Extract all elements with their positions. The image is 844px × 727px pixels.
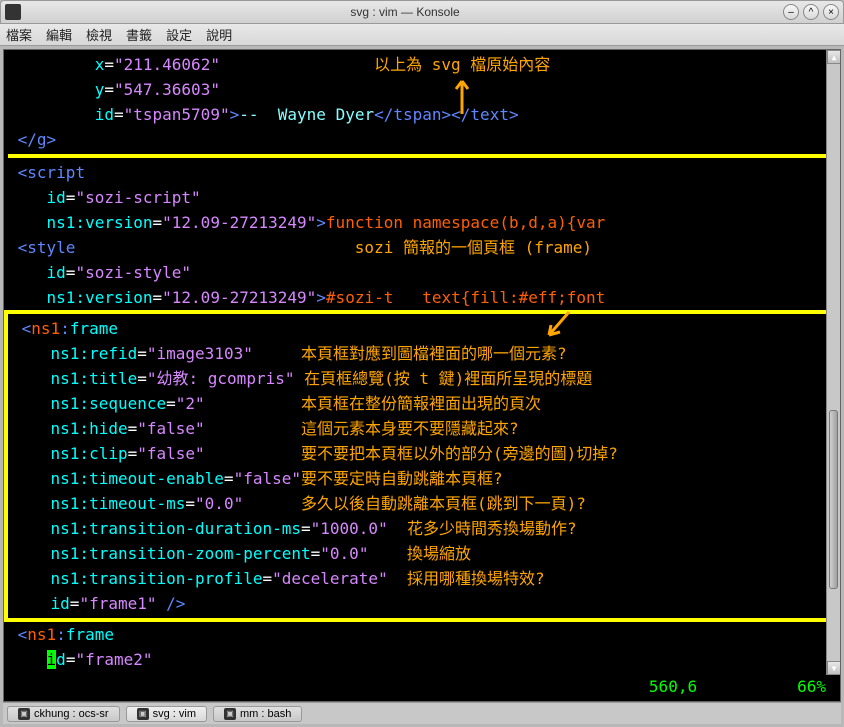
vim-cursor: i xyxy=(47,650,57,669)
terminal-area[interactable]: x="211.46062" 以上為 svg 檔原始內容 y="547.36603… xyxy=(3,49,841,702)
code-content: x="211.46062" 以上為 svg 檔原始內容 y="547.36603… xyxy=(8,52,836,152)
tab-label: mm : bash xyxy=(240,708,291,720)
window-title: svg : vim — Konsole xyxy=(27,5,783,19)
menu-bookmarks[interactable]: 書籤 xyxy=(126,25,152,44)
tab-3[interactable]: ▣ mm : bash xyxy=(213,706,302,722)
frame-highlight-box: <ns1:frame ns1:refid="image3103" 本頁框對應到圖… xyxy=(4,310,840,622)
menu-settings[interactable]: 設定 xyxy=(166,25,192,44)
menu-view[interactable]: 檢視 xyxy=(86,25,112,44)
menubar: 檔案 編輯 檢視 書籤 設定 說明 xyxy=(0,24,844,46)
close-button[interactable]: × xyxy=(823,4,839,20)
tab-label: ckhung : ocs-sr xyxy=(34,708,109,720)
vertical-scrollbar[interactable]: ▲ ▼ xyxy=(826,50,840,675)
terminal-icon: ▣ xyxy=(137,708,149,720)
menu-file[interactable]: 檔案 xyxy=(6,25,32,44)
separator-line xyxy=(8,154,836,158)
scroll-up-button[interactable]: ▲ xyxy=(827,50,841,64)
scroll-percent: 66% xyxy=(797,674,826,699)
maximize-button[interactable]: ^ xyxy=(803,4,819,20)
tab-1[interactable]: ▣ ckhung : ocs-sr xyxy=(7,706,120,722)
konsole-tabbar: ▣ ckhung : ocs-sr ▣ svg : vim ▣ mm : bas… xyxy=(3,702,841,724)
cursor-position: 560,6 xyxy=(649,674,697,699)
minimize-button[interactable]: – xyxy=(783,4,799,20)
code-frame: <ns1:frame ns1:refid="image3103" 本頁框對應到圖… xyxy=(12,316,832,616)
app-icon xyxy=(5,4,21,20)
vim-statusline: 560,6 66% xyxy=(4,674,840,699)
terminal-icon: ▣ xyxy=(18,708,30,720)
code-script: <script id="sozi-script" ns1:version="12… xyxy=(8,160,836,310)
scroll-thumb[interactable] xyxy=(829,410,838,589)
tab-2[interactable]: ▣ svg : vim xyxy=(126,706,207,722)
tab-label: svg : vim xyxy=(153,708,196,720)
menu-edit[interactable]: 編輯 xyxy=(46,25,72,44)
terminal-icon: ▣ xyxy=(224,708,236,720)
window-titlebar: svg : vim — Konsole – ^ × xyxy=(0,0,844,24)
scroll-down-button[interactable]: ▼ xyxy=(827,661,841,675)
scroll-track[interactable] xyxy=(827,64,840,661)
code-frame2: <ns1:frame id="frame2" xyxy=(8,622,836,672)
menu-help[interactable]: 說明 xyxy=(206,25,232,44)
